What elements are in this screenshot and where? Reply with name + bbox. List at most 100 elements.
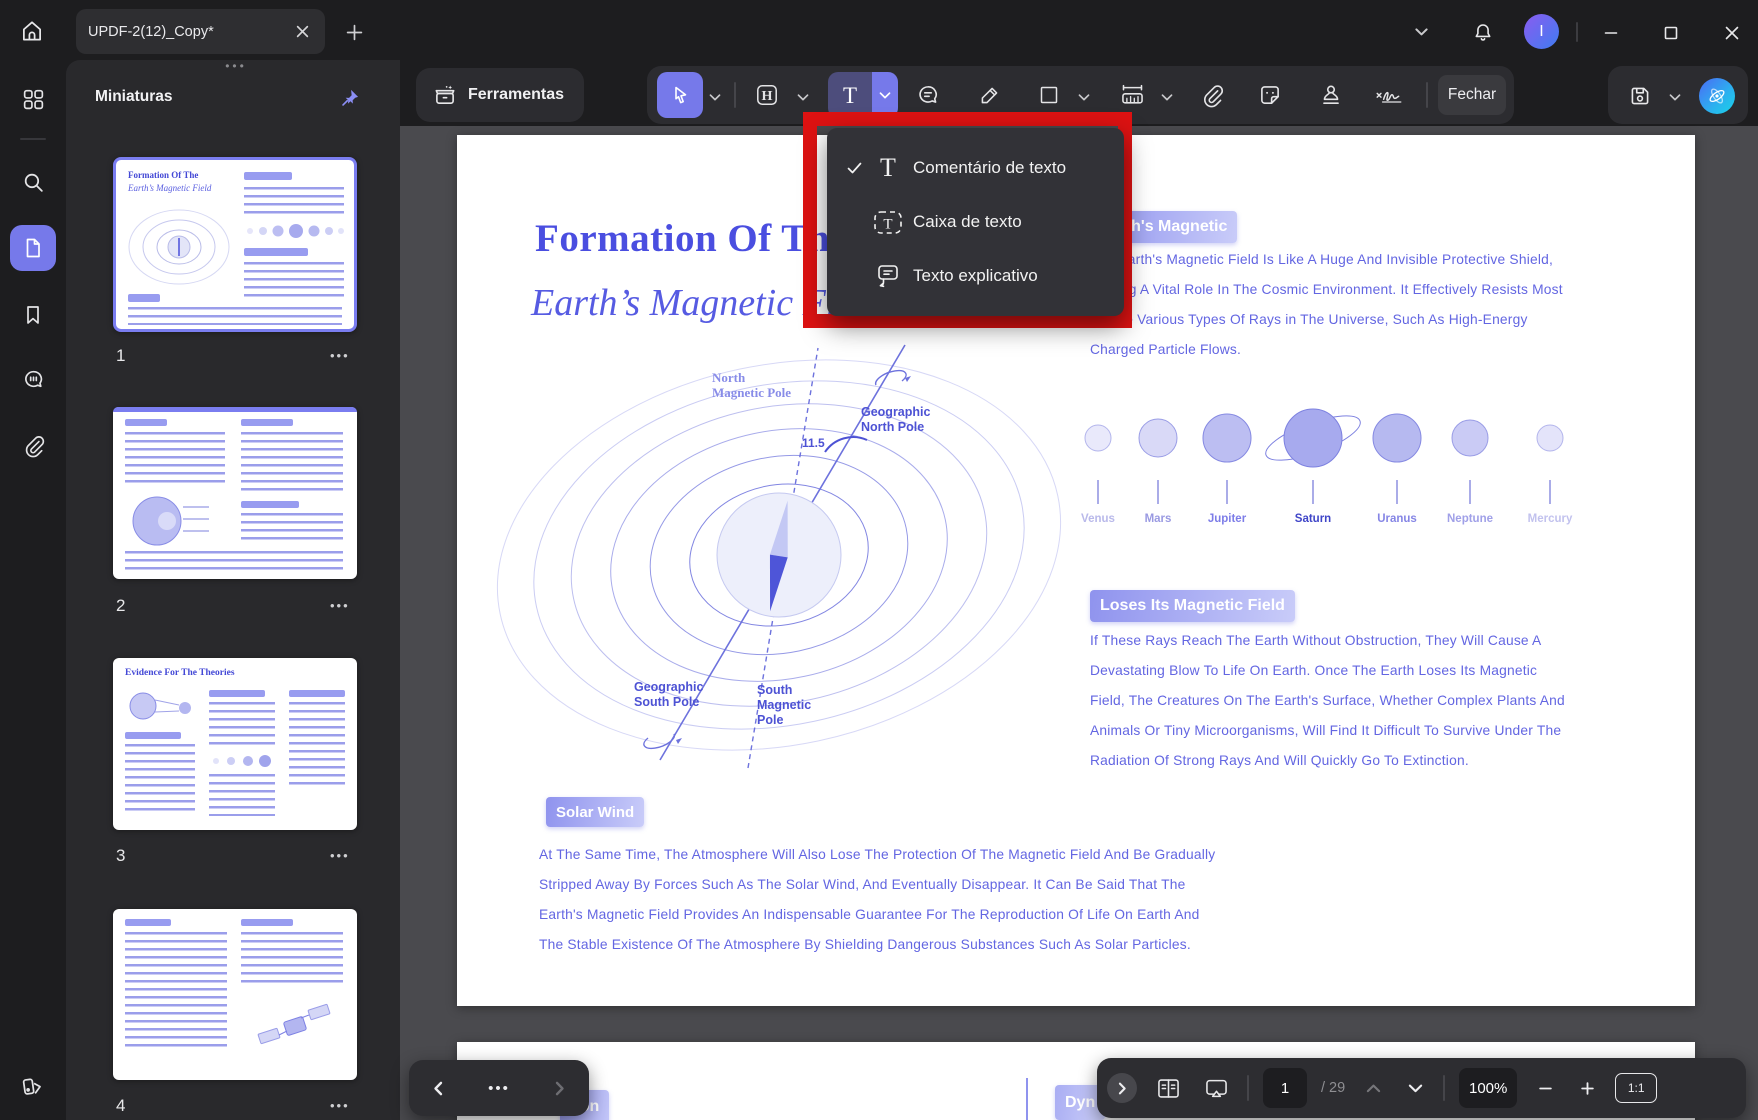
new-tab-button[interactable] (340, 18, 368, 46)
save-icon (1627, 83, 1653, 109)
heading-tool-chevron[interactable] (794, 90, 812, 104)
close-tools-button[interactable]: Fechar (1438, 75, 1506, 115)
panel-title: Miniaturas (95, 88, 173, 105)
search-icon (21, 170, 46, 195)
section3-line-2: Stripped Away By Forces Such As The Sola… (539, 877, 1186, 892)
thumb2-options-button[interactable]: ••• (330, 598, 350, 613)
thumb4-badge-1 (125, 919, 171, 926)
heading-tool-button[interactable]: H (744, 72, 790, 118)
thumb1-subtitle: Earth’s Magnetic Field (128, 183, 212, 193)
section1-line-1: The Earth's Magnetic Field Is Like A Hug… (1090, 252, 1554, 267)
rail-comments-button[interactable] (13, 360, 53, 398)
thumbnail-page-2[interactable] (113, 407, 357, 579)
panel-drag-handle[interactable]: ••• (216, 60, 256, 74)
section2-badge: Loses Its Magnetic Field (1090, 590, 1295, 622)
zoom-out-button[interactable] (1531, 1074, 1559, 1102)
thumb4-badge-2 (241, 919, 293, 926)
attach-tool-button[interactable] (1189, 72, 1235, 118)
page-down-button[interactable] (1401, 1074, 1429, 1102)
thumbnail-page-4[interactable] (113, 909, 357, 1080)
section3-badge: Solar Wind (546, 797, 645, 827)
pin-button[interactable] (334, 82, 366, 114)
select-tool-button[interactable] (657, 72, 703, 118)
text-icon: T (842, 82, 858, 108)
thumb3-options-button[interactable]: ••• (330, 848, 350, 863)
thumb4-textlines-2 (241, 932, 343, 984)
planets-graphic (1084, 408, 1564, 504)
doc-title-line1: Formation Of The (535, 217, 848, 260)
viewbar-separator-1 (1247, 1075, 1249, 1101)
current-page-input[interactable]: 1 (1263, 1068, 1307, 1108)
menu-item-text-comment[interactable]: T Comentário de texto (827, 141, 1124, 195)
document-tab[interactable]: UPDF-2(12)_Copy* (76, 9, 325, 54)
more-pages-button[interactable]: ••• (484, 1075, 514, 1101)
tools-menu-button[interactable]: Ferramentas (416, 68, 584, 122)
menu-item-text-box[interactable]: T Caixa de texto (827, 195, 1124, 249)
next-page-button[interactable] (547, 1075, 573, 1101)
menu-item-label: Caixa de texto (913, 212, 1022, 231)
zoom-level-value: 100% (1469, 1079, 1508, 1097)
titlebar-dropdown-chevron[interactable] (1409, 26, 1433, 38)
thumbnail-page-3[interactable]: Evidence For The Theories (113, 658, 357, 830)
planet-label-uranus: Uranus (1377, 513, 1417, 525)
text-tool-dropdown-menu: T Comentário de texto T Caixa de texto T… (827, 128, 1124, 316)
thumb1-planets (247, 224, 344, 238)
tools-menu-label: Ferramentas (468, 86, 565, 103)
avatar[interactable]: I (1524, 14, 1559, 49)
collapse-bar-button[interactable] (1107, 1073, 1137, 1103)
thumb2-badge-2 (241, 419, 293, 426)
tab-close-icon[interactable] (291, 21, 313, 43)
actual-size-button[interactable]: 1:1 (1615, 1073, 1658, 1103)
thumb4-options-button[interactable]: ••• (330, 1098, 350, 1113)
save-options-chevron[interactable] (1666, 90, 1684, 104)
zoom-level-input[interactable]: 100% (1459, 1068, 1518, 1108)
planet-label-mercury: Mercury (1527, 513, 1573, 525)
rail-appearance-button[interactable] (13, 1066, 53, 1104)
stamp-tool-button[interactable] (1308, 72, 1354, 118)
planet-label-mars: Mars (1144, 513, 1172, 525)
thumb2-badge-1 (125, 419, 167, 426)
rail-attachments-button[interactable] (13, 426, 53, 464)
ai-assistant-button[interactable] (1699, 78, 1735, 114)
page-up-button[interactable] (1359, 1074, 1387, 1102)
thumbnail-page-1[interactable]: Formation Of The Earth’s Magnetic Field (113, 157, 357, 332)
thumb2-badge-3 (241, 501, 299, 508)
rail-bookmarks-button[interactable] (13, 296, 53, 334)
cursor-icon (668, 83, 692, 107)
rail-thumbnails-button[interactable] (10, 225, 56, 271)
select-tool-chevron[interactable] (706, 90, 724, 104)
section1-line-4: Charged Particle Flows. (1090, 342, 1242, 357)
section2-badge-label: Loses Its Magnetic Field (1100, 597, 1285, 614)
save-button[interactable] (1622, 78, 1658, 114)
maximize-button[interactable] (1656, 18, 1686, 48)
close-window-button[interactable] (1717, 18, 1747, 48)
bookmark-icon (21, 303, 45, 327)
ai-icon (1705, 84, 1729, 108)
measure-tool-chevron[interactable] (1158, 90, 1176, 104)
signature-tool-button[interactable] (1366, 72, 1412, 118)
page2-column-divider (1026, 1078, 1028, 1120)
thumb3-textlines-2 (209, 702, 275, 750)
menu-item-callout[interactable]: Texto explicativo (827, 249, 1124, 303)
rail-search-button[interactable] (13, 163, 53, 201)
section3-line-3: Earth's Magnetic Field Provides An Indis… (539, 907, 1200, 922)
thumb2-number: 2 (116, 596, 126, 615)
page-layout-button[interactable] (1151, 1071, 1185, 1105)
notifications-button[interactable] (1468, 18, 1498, 48)
label-geographic-south-pole: Geographic South Pole (634, 680, 704, 709)
prev-page-button[interactable] (425, 1075, 451, 1101)
home-button[interactable] (12, 12, 52, 50)
close-tools-label: Fechar (1447, 86, 1497, 103)
home-icon (19, 18, 45, 44)
rail-grid-button[interactable] (13, 80, 53, 118)
minimize-button[interactable] (1596, 18, 1626, 48)
paperclip-tool-icon (1199, 82, 1225, 108)
thumb1-options-button[interactable]: ••• (330, 348, 350, 363)
zoom-in-button[interactable] (1573, 1074, 1601, 1102)
thumb2-textlines-4 (125, 551, 343, 571)
label-south-magnetic-pole: South Magnetic Pole (757, 683, 812, 727)
presentation-button[interactable] (1199, 1071, 1233, 1105)
shapes-tool-chevron[interactable] (1075, 90, 1093, 104)
sticker-tool-button[interactable] (1247, 72, 1293, 118)
text-box-icon: T (871, 207, 905, 237)
